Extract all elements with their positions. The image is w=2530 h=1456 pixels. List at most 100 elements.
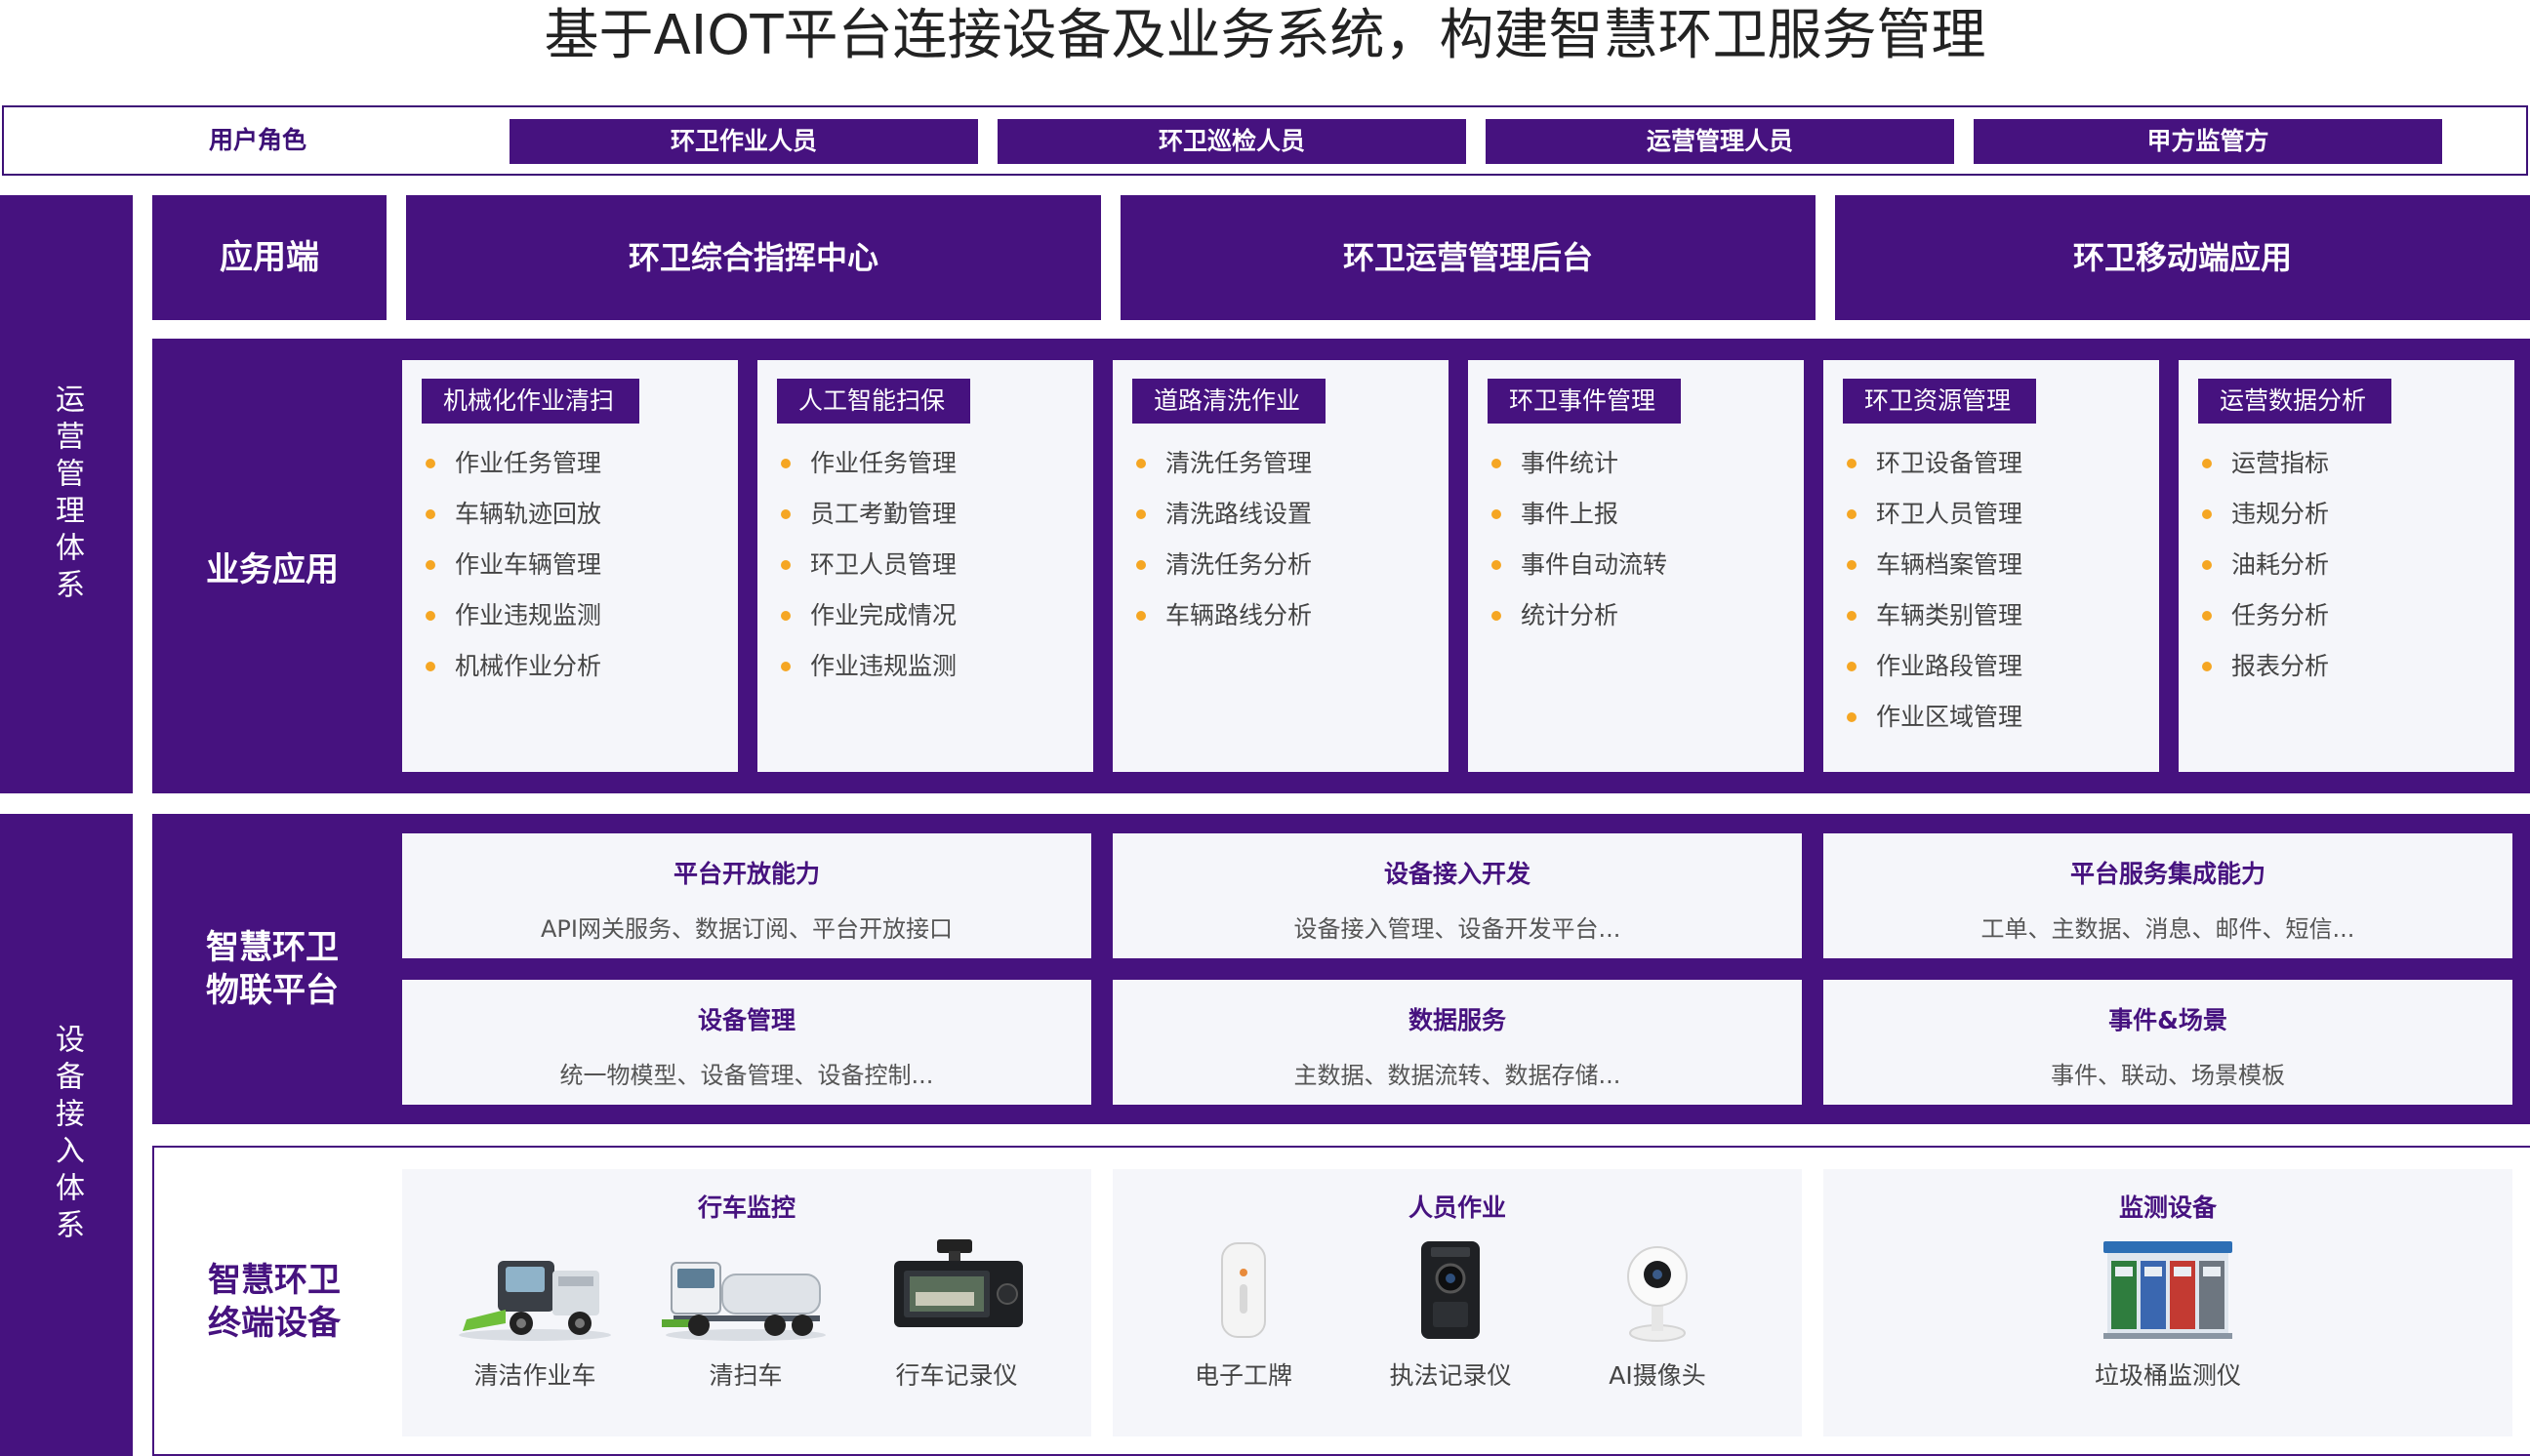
- list-item[interactable]: 作业车辆管理: [422, 547, 601, 598]
- terminal-devices-area: 智慧环卫 终端设备 行车监控 清洁作业车 清扫车 行车记录仪 人员作业 电子工牌…: [152, 1146, 2530, 1456]
- device-dash-recorder[interactable]: 行车记录仪: [859, 1237, 1054, 1392]
- side-ops-label: 运营管理体系: [50, 383, 84, 606]
- list-item[interactable]: 车辆类别管理: [1843, 598, 2022, 649]
- list-item[interactable]: 机械作业分析: [422, 649, 601, 700]
- list-item[interactable]: 作业完成情况: [777, 598, 957, 649]
- dash-recorder-icon: [859, 1237, 1054, 1345]
- iot-card-event-scene[interactable]: 事件&场景 事件、联动、场景模板: [1823, 980, 2512, 1105]
- list-item[interactable]: 环卫设备管理: [1843, 446, 2022, 497]
- list-item[interactable]: 报表分析: [2198, 649, 2329, 700]
- list-item[interactable]: 油耗分析: [2198, 547, 2329, 598]
- biz-card-tag: 机械化作业清扫: [422, 379, 640, 424]
- app-layer-label: 应用端: [152, 195, 387, 320]
- biz-card-tag: 运营数据分析: [2198, 379, 2392, 424]
- side-device-label: 设备接入体系: [50, 1024, 84, 1246]
- iot-card-desc: API网关服务、数据订阅、平台开放接口: [541, 915, 953, 943]
- list-item[interactable]: 任务分析: [2198, 598, 2329, 649]
- list-item[interactable]: 车辆路线分析: [1132, 598, 1312, 649]
- terminal-group-title: 人员作业: [1408, 1193, 1506, 1222]
- list-item[interactable]: 统计分析: [1488, 598, 1667, 649]
- list-item[interactable]: 作业任务管理: [777, 446, 957, 497]
- list-item[interactable]: 运营指标: [2198, 446, 2329, 497]
- role-sanitation-worker[interactable]: 环卫作业人员: [510, 119, 978, 164]
- list-item[interactable]: 事件上报: [1488, 497, 1667, 547]
- list-item[interactable]: 环卫人员管理: [1843, 497, 2022, 547]
- biz-card-road-washing: 道路清洗作业 清洗任务管理 清洗路线设置 清洗任务分析 车辆路线分析: [1113, 360, 1449, 772]
- role-client-supervisor[interactable]: 甲方监管方: [1974, 119, 2442, 164]
- list-item[interactable]: 事件自动流转: [1488, 547, 1667, 598]
- user-role-row: 用户角色 环卫作业人员 环卫巡检人员 运营管理人员 甲方监管方: [2, 105, 2528, 176]
- biz-card-event-management: 环卫事件管理 事件统计 事件上报 事件自动流转 统计分析: [1468, 360, 1804, 772]
- device-name: 清扫车: [709, 1361, 783, 1390]
- role-operations-manager[interactable]: 运营管理人员: [1486, 119, 1954, 164]
- ai-camera-icon: [1560, 1237, 1755, 1345]
- list-item[interactable]: 清洗任务分析: [1132, 547, 1312, 598]
- electronic-badge-icon: [1146, 1237, 1341, 1345]
- device-name: 执法记录仪: [1389, 1361, 1512, 1390]
- iot-card-desc: 主数据、数据流转、数据存储...: [1293, 1062, 1621, 1089]
- cleaning-vehicle-icon: [437, 1237, 632, 1345]
- device-electronic-badge[interactable]: 电子工牌: [1146, 1237, 1341, 1392]
- iot-card-title: 平台服务集成能力: [2069, 860, 2265, 888]
- list-item[interactable]: 作业违规监测: [422, 598, 601, 649]
- list-item[interactable]: 清洗路线设置: [1132, 497, 1312, 547]
- device-ai-camera[interactable]: AI摄像头: [1560, 1237, 1755, 1392]
- biz-card-tag: 人工智能扫保: [777, 379, 971, 424]
- biz-card-tag: 道路清洗作业: [1132, 379, 1326, 424]
- app-command-center[interactable]: 环卫综合指挥中心: [406, 195, 1101, 320]
- device-name: 电子工牌: [1194, 1361, 1292, 1390]
- iot-card-data-service[interactable]: 数据服务 主数据、数据流转、数据存储...: [1113, 980, 1802, 1105]
- side-ops-system: 运营管理体系: [0, 195, 133, 793]
- iot-card-device-management[interactable]: 设备管理 统一物模型、设备管理、设备控制...: [402, 980, 1091, 1105]
- terminal-label-line2: 终端设备: [208, 1304, 341, 1343]
- iot-label-line2: 物联平台: [206, 971, 339, 1010]
- iot-card-service-integration[interactable]: 平台服务集成能力 工单、主数据、消息、邮件、短信...: [1823, 833, 2512, 958]
- device-sweeper-truck[interactable]: 清扫车: [648, 1237, 843, 1392]
- terminal-group-title: 监测设备: [2118, 1193, 2217, 1222]
- iot-card-title: 设备管理: [697, 1006, 796, 1034]
- list-item[interactable]: 车辆轨迹回放: [422, 497, 601, 547]
- iot-card-title: 数据服务: [1408, 1006, 1506, 1034]
- list-item[interactable]: 车辆档案管理: [1843, 547, 2022, 598]
- business-app-area: 业务应用 机械化作业清扫 作业任务管理 车辆轨迹回放 作业车辆管理 作业违规监测…: [152, 339, 2530, 793]
- page-title: 基于AIOT平台连接设备及业务系统，构建智慧环卫服务管理: [544, 4, 1986, 67]
- biz-card-tag: 环卫事件管理: [1488, 379, 1682, 424]
- user-role-label: 用户角色: [208, 126, 306, 154]
- app-ops-backend[interactable]: 环卫运营管理后台: [1121, 195, 1816, 320]
- list-item[interactable]: 作业路段管理: [1843, 649, 2022, 700]
- iot-card-device-access[interactable]: 设备接入开发 设备接入管理、设备开发平台...: [1113, 833, 1802, 958]
- iot-card-title: 平台开放能力: [673, 860, 820, 888]
- terminal-group-monitoring: 监测设备 垃圾桶监测仪: [1823, 1169, 2512, 1436]
- app-mobile[interactable]: 环卫移动端应用: [1835, 195, 2530, 320]
- list-item[interactable]: 清洗任务管理: [1132, 446, 1312, 497]
- terminal-group-vehicle-monitoring: 行车监控 清洁作业车 清扫车 行车记录仪: [402, 1169, 1091, 1436]
- list-item[interactable]: 违规分析: [2198, 497, 2329, 547]
- device-name: 清洁作业车: [473, 1361, 596, 1390]
- role-inspector[interactable]: 环卫巡检人员: [998, 119, 1466, 164]
- list-item[interactable]: 环卫人员管理: [777, 547, 957, 598]
- iot-label-line1: 智慧环卫: [206, 928, 339, 967]
- device-cleaning-vehicle[interactable]: 清洁作业车: [437, 1237, 632, 1392]
- device-law-enforcement-recorder[interactable]: 执法记录仪: [1353, 1237, 1548, 1392]
- device-name: 行车记录仪: [895, 1361, 1018, 1390]
- list-item[interactable]: 员工考勤管理: [777, 497, 957, 547]
- device-name: AI摄像头: [1609, 1361, 1706, 1390]
- biz-card-ops-data-analysis: 运营数据分析 运营指标 违规分析 油耗分析 任务分析 报表分析: [2179, 360, 2514, 772]
- side-device-system: 设备接入体系: [0, 814, 133, 1456]
- business-app-label: 业务应用: [206, 549, 339, 589]
- biz-card-mechanized-cleaning: 机械化作业清扫 作业任务管理 车辆轨迹回放 作业车辆管理 作业违规监测 机械作业…: [402, 360, 738, 772]
- list-item[interactable]: 作业区域管理: [1843, 700, 2022, 750]
- iot-card-title: 事件&场景: [2108, 1006, 2227, 1034]
- iot-card-desc: 工单、主数据、消息、邮件、短信...: [1980, 915, 2355, 943]
- list-item[interactable]: 作业任务管理: [422, 446, 601, 497]
- list-item[interactable]: 事件统计: [1488, 446, 1667, 497]
- terminal-group-title: 行车监控: [697, 1193, 796, 1222]
- device-bin-monitor[interactable]: 垃圾桶监测仪: [2070, 1237, 2265, 1392]
- iot-card-desc: 统一物模型、设备管理、设备控制...: [559, 1062, 934, 1089]
- terminal-devices-label: 智慧环卫 终端设备: [154, 1148, 394, 1456]
- iot-card-desc: 设备接入管理、设备开发平台...: [1293, 915, 1621, 943]
- biz-card-manual-cleaning: 人工智能扫保 作业任务管理 员工考勤管理 环卫人员管理 作业完成情况 作业违规监…: [757, 360, 1093, 772]
- iot-card-open-platform[interactable]: 平台开放能力 API网关服务、数据订阅、平台开放接口: [402, 833, 1091, 958]
- list-item[interactable]: 作业违规监测: [777, 649, 957, 700]
- sweeper-truck-icon: [648, 1237, 843, 1345]
